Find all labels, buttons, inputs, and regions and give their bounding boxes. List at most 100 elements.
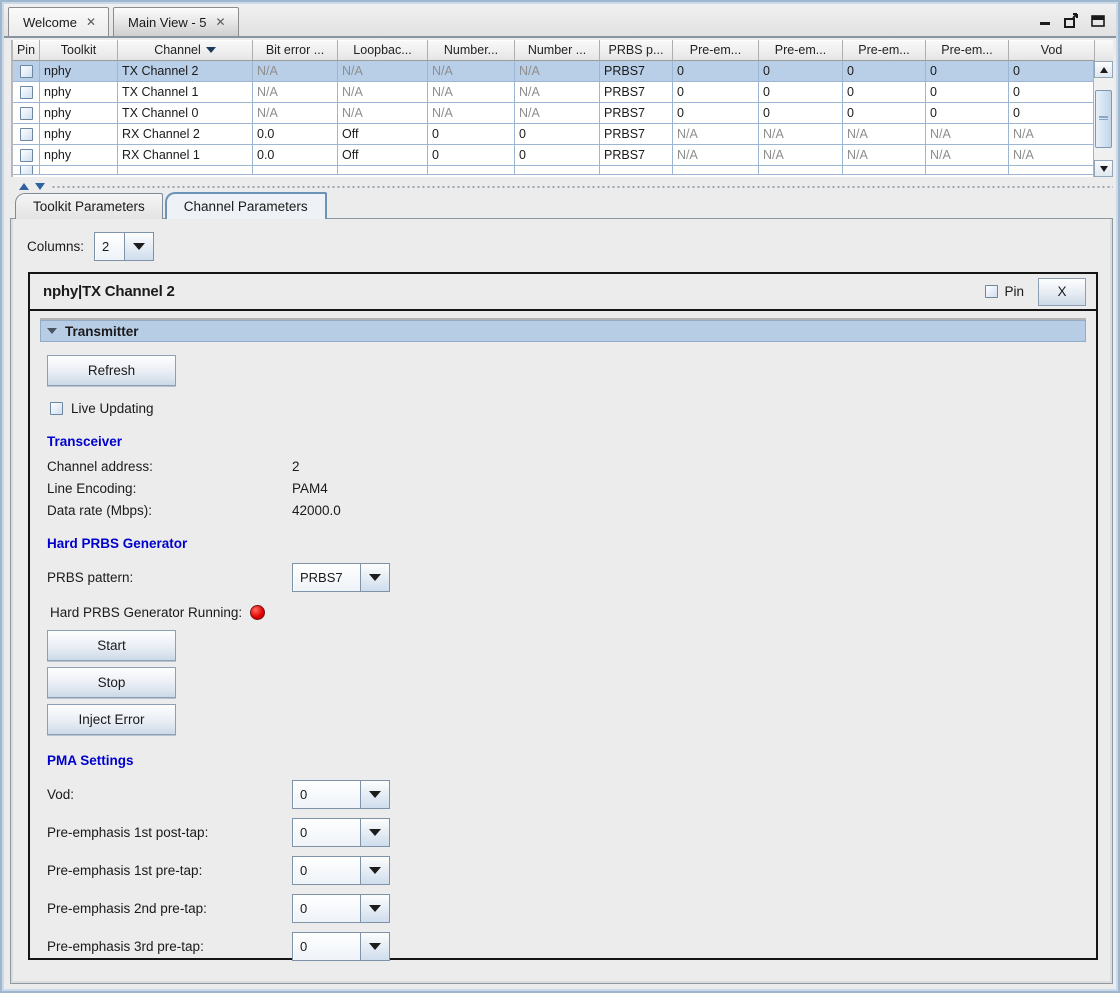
- scroll-down-button[interactable]: [1094, 160, 1113, 177]
- pre-emphasis-2nd-pre-tap-value: 0: [293, 895, 361, 922]
- column-header-pre-emphasis-3[interactable]: Pre-em...: [843, 40, 926, 61]
- column-header-pre-emphasis-2[interactable]: Pre-em...: [759, 40, 843, 61]
- pre-emphasis-1st-pre-tap-value: 0: [293, 857, 361, 884]
- splitter-grip[interactable]: [51, 184, 1113, 188]
- tab-main-view-label: Main View - 5: [128, 15, 207, 30]
- table-row[interactable]: nphy RX Channel 1 0.0 Off 0 0 PRBS7 N/A …: [13, 145, 1113, 166]
- refresh-button[interactable]: Refresh: [47, 355, 176, 386]
- column-header-prbs-pattern[interactable]: PRBS p...: [600, 40, 673, 61]
- column-header-loopback[interactable]: Loopbac...: [338, 40, 428, 61]
- column-header-bit-error[interactable]: Bit error ...: [253, 40, 338, 61]
- scroll-up-button[interactable]: [1094, 61, 1113, 78]
- column-header-channel[interactable]: Channel: [118, 40, 253, 61]
- pin-checkbox[interactable]: [20, 86, 33, 99]
- pre-emphasis-2nd-pre-tap-combobox[interactable]: 0: [292, 894, 390, 923]
- line-encoding-value: PAM4: [292, 481, 328, 496]
- column-header-vod[interactable]: Vod: [1009, 40, 1095, 61]
- splitter-collapse-up-icon[interactable]: [19, 183, 29, 190]
- minimize-icon[interactable]: [1038, 13, 1053, 28]
- cell-number2: N/A: [515, 61, 600, 82]
- table-row[interactable]: nphy TX Channel 1 N/A N/A N/A N/A PRBS7 …: [13, 82, 1113, 103]
- pre-emphasis-1st-pre-tap-combobox-button[interactable]: [361, 857, 389, 884]
- tab-welcome[interactable]: Welcome ✕: [8, 7, 109, 36]
- cell-pre2: 0: [759, 103, 843, 124]
- cell-pre2: 0: [759, 61, 843, 82]
- vod-combobox-button[interactable]: [361, 781, 389, 808]
- vod-value: 0: [293, 781, 361, 808]
- pre-emphasis-1st-post-tap-label: Pre-emphasis 1st post-tap:: [47, 825, 292, 840]
- pre-emphasis-3rd-pre-tap-combobox[interactable]: 0: [292, 932, 390, 961]
- column-header-number1[interactable]: Number...: [428, 40, 515, 61]
- column-header-pin[interactable]: Pin: [13, 40, 40, 61]
- column-header-pre-emphasis-4[interactable]: Pre-em...: [926, 40, 1009, 61]
- cell-vod: 0: [1009, 82, 1095, 103]
- pre-emphasis-1st-post-tap-combobox-button[interactable]: [361, 819, 389, 846]
- cell-bit-error: N/A: [253, 61, 338, 82]
- tab-channel-parameters[interactable]: Channel Parameters: [165, 192, 327, 219]
- cell-toolkit: nphy: [40, 145, 118, 166]
- cell-bit-error: N/A: [253, 82, 338, 103]
- column-header-pre-emphasis-1[interactable]: Pre-em...: [673, 40, 759, 61]
- cell-vod: 0: [1009, 103, 1095, 124]
- column-header-toolkit[interactable]: Toolkit: [40, 40, 118, 61]
- cell-channel: TX Channel 0: [118, 103, 253, 124]
- pin-checkbox[interactable]: [20, 65, 33, 78]
- restore-icon[interactable]: [1063, 13, 1080, 28]
- pre-emphasis-2nd-pre-tap-combobox-button[interactable]: [361, 895, 389, 922]
- panel-close-button[interactable]: X: [1038, 278, 1086, 306]
- pin-checkbox[interactable]: [20, 107, 33, 120]
- channel-panel-title: nphy|TX Channel 2: [43, 283, 175, 300]
- live-updating-checkbox[interactable]: [50, 402, 63, 415]
- close-icon[interactable]: ✕: [86, 16, 96, 28]
- pre-emphasis-1st-pre-tap-label: Pre-emphasis 1st pre-tap:: [47, 863, 292, 878]
- pre-emphasis-1st-pre-tap-combobox[interactable]: 0: [292, 856, 390, 885]
- cell-pre4: N/A: [926, 124, 1009, 145]
- cell-pre1: N/A: [673, 145, 759, 166]
- prbs-running-label: Hard PRBS Generator Running:: [50, 605, 242, 620]
- table-row[interactable]: nphy TX Channel 0 N/A N/A N/A N/A PRBS7 …: [13, 103, 1113, 124]
- column-header-number2[interactable]: Number ...: [515, 40, 600, 61]
- columns-combobox[interactable]: 2: [94, 232, 154, 261]
- table-row[interactable]: nphy RX Channel 2 0.0 Off 0 0 PRBS7 N/A …: [13, 124, 1113, 145]
- stop-button[interactable]: Stop: [47, 667, 176, 698]
- columns-label: Columns:: [27, 239, 84, 254]
- vertical-scrollbar[interactable]: [1093, 61, 1113, 177]
- prbs-pattern-combobox-button[interactable]: [361, 564, 389, 591]
- vod-combobox[interactable]: 0: [292, 780, 390, 809]
- pre-emphasis-1st-post-tap-value: 0: [293, 819, 361, 846]
- pre-emphasis-1st-post-tap-combobox[interactable]: 0: [292, 818, 390, 847]
- cell-number1: 0: [428, 145, 515, 166]
- cell-pre4: 0: [926, 82, 1009, 103]
- cell-pre4: N/A: [926, 145, 1009, 166]
- scrollbar-thumb[interactable]: [1095, 90, 1112, 148]
- close-icon[interactable]: ✕: [216, 16, 226, 28]
- tab-toolkit-parameters[interactable]: Toolkit Parameters: [15, 193, 163, 219]
- pin-checkbox[interactable]: [20, 149, 33, 162]
- start-button[interactable]: Start: [47, 630, 176, 661]
- transmitter-section-header[interactable]: Transmitter: [40, 320, 1086, 342]
- live-updating-label: Live Updating: [71, 401, 154, 416]
- cell-prbs: PRBS7: [600, 124, 673, 145]
- inject-error-button[interactable]: Inject Error: [47, 704, 176, 735]
- tab-main-view[interactable]: Main View - 5 ✕: [113, 7, 239, 36]
- line-encoding-label: Line Encoding:: [47, 481, 292, 496]
- pre-emphasis-3rd-pre-tap-label: Pre-emphasis 3rd pre-tap:: [47, 939, 292, 954]
- vod-label: Vod:: [47, 787, 292, 802]
- cell-pre3: N/A: [843, 145, 926, 166]
- transmitter-section-label: Transmitter: [65, 324, 139, 339]
- prbs-pattern-combobox[interactable]: PRBS7: [292, 563, 390, 592]
- data-rate-value: 42000.0: [292, 503, 341, 518]
- table-row[interactable]: nphy TX Channel 2 N/A N/A N/A N/A PRBS7 …: [13, 61, 1113, 82]
- cell-channel: TX Channel 2: [118, 61, 253, 82]
- prbs-pattern-label: PRBS pattern:: [47, 570, 292, 585]
- columns-combobox-button[interactable]: [125, 233, 153, 260]
- cell-number2: N/A: [515, 103, 600, 124]
- maximize-icon[interactable]: [1090, 13, 1106, 28]
- cell-channel: RX Channel 1: [118, 145, 253, 166]
- pin-checkbox[interactable]: [20, 128, 33, 141]
- chevron-down-icon: [369, 905, 381, 912]
- horizontal-splitter[interactable]: [11, 181, 1113, 191]
- panel-pin-checkbox[interactable]: [985, 285, 998, 298]
- pre-emphasis-3rd-pre-tap-combobox-button[interactable]: [361, 933, 389, 960]
- splitter-collapse-down-icon[interactable]: [35, 183, 45, 190]
